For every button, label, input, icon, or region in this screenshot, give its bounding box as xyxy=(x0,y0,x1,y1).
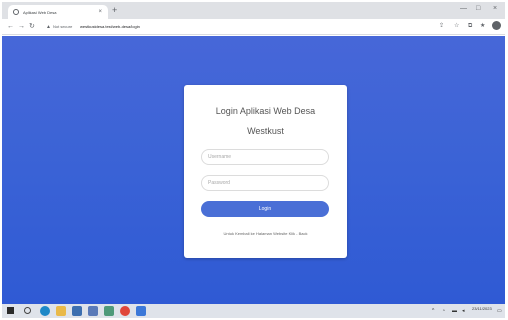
app-icon[interactable] xyxy=(136,306,146,316)
reload-button[interactable]: ↻ xyxy=(29,22,35,31)
login-button[interactable]: Login xyxy=(201,201,329,217)
chrome-icon[interactable] xyxy=(120,306,130,316)
warning-icon[interactable]: ▲ xyxy=(46,24,51,30)
tray-chevron-icon[interactable]: ^ xyxy=(432,307,434,315)
maximize-icon[interactable]: □ xyxy=(476,4,480,14)
address-bar: ← → ↻ ▲ Not secure westkustdesa.test/web… xyxy=(2,19,505,35)
battery-icon[interactable]: ▬ xyxy=(452,307,457,315)
profile-avatar-icon[interactable] xyxy=(492,21,501,30)
globe-icon xyxy=(13,9,19,15)
windows-start-icon[interactable] xyxy=(7,307,14,314)
network-icon[interactable]: ◔ xyxy=(442,307,445,315)
back-link[interactable]: Untuk Kembali ke Halaman Website Klik - … xyxy=(184,231,347,236)
page-title: Login Aplikasi Web Desa xyxy=(215,106,316,116)
share-icon[interactable]: ⇪ xyxy=(439,22,444,31)
url-field[interactable]: westkustdesa.test/web-desa/login xyxy=(80,24,140,29)
star-icon[interactable]: ★ xyxy=(480,22,485,31)
bookmark-icon[interactable]: ☆ xyxy=(454,22,459,31)
edge-icon[interactable] xyxy=(40,306,50,316)
new-tab-button[interactable]: + xyxy=(112,5,117,15)
minimize-button[interactable]: — xyxy=(460,4,467,14)
search-icon[interactable] xyxy=(24,307,31,314)
clock-date: 23/11/2023 xyxy=(472,306,492,311)
back-button[interactable]: ← xyxy=(7,22,14,31)
tab-strip: Aplikasi Web Desa × + — □ × xyxy=(2,2,505,19)
photos-icon[interactable] xyxy=(104,306,114,316)
page-background: Login Aplikasi Web Desa Westkust Login U… xyxy=(2,36,505,304)
tab-title: Aplikasi Web Desa xyxy=(23,9,57,15)
password-input[interactable] xyxy=(201,175,329,191)
extensions-icon[interactable]: ⧉ xyxy=(468,22,472,31)
page-subtitle: Westkust xyxy=(247,126,284,136)
notifications-icon[interactable]: ▭ xyxy=(497,307,502,315)
username-input[interactable] xyxy=(201,149,329,165)
file-explorer-icon[interactable] xyxy=(56,306,66,316)
volume-icon[interactable]: ◂ xyxy=(462,307,465,315)
browser-window: Aplikasi Web Desa × + — □ × ← → ↻ ▲ Not … xyxy=(2,2,505,318)
tab-close-icon[interactable]: × xyxy=(98,9,102,15)
login-card: Login Aplikasi Web Desa Westkust Login U… xyxy=(184,85,347,258)
taskbar: ^ ◔ ▬ ◂ 23/11/2023 ▭ xyxy=(2,304,505,318)
mail-icon[interactable] xyxy=(88,306,98,316)
forward-button[interactable]: → xyxy=(18,22,25,31)
close-window-button[interactable]: × xyxy=(493,4,497,14)
clock[interactable]: 23/11/2023 xyxy=(472,306,492,311)
browser-tab[interactable]: Aplikasi Web Desa × xyxy=(8,5,108,19)
security-label[interactable]: Not secure xyxy=(53,24,72,29)
store-icon[interactable] xyxy=(72,306,82,316)
